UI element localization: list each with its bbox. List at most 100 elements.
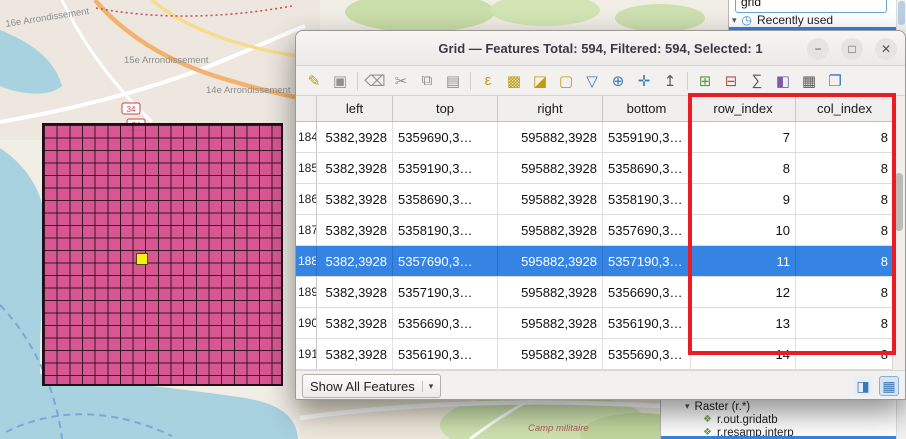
table-row[interactable]: 187 5382,3928 5358190,3… 595882,3928 535…: [296, 215, 905, 246]
cell-col-index[interactable]: 8: [796, 215, 894, 245]
form-view-icon[interactable]: ◨: [853, 376, 873, 396]
delete-field-icon[interactable]: ⊟: [719, 69, 743, 93]
table-row-selected[interactable]: 188 5382,3928 5357690,3… 595882,3928 535…: [296, 246, 905, 277]
row-number[interactable]: 187: [296, 215, 317, 245]
close-button[interactable]: ✕: [875, 38, 897, 60]
cell-bottom[interactable]: 5355690,3…: [603, 339, 691, 369]
column-header-top[interactable]: top: [393, 96, 498, 121]
cell-bottom[interactable]: 5358690,3…: [603, 153, 691, 183]
cell-bottom[interactable]: 5358190,3…: [603, 184, 691, 214]
toolbox-search-input[interactable]: [735, 0, 887, 13]
cell-top[interactable]: 5358190,3…: [393, 215, 498, 245]
field-calculator-icon[interactable]: ∑: [745, 69, 769, 93]
cell-left[interactable]: 5382,3928: [317, 184, 393, 214]
toolbox-scrollbar[interactable]: [896, 0, 906, 30]
cell-top[interactable]: 5357190,3…: [393, 277, 498, 307]
delete-selected-icon[interactable]: ⌫: [363, 69, 387, 93]
invert-selection-icon[interactable]: ◪: [528, 69, 552, 93]
conditional-formatting-icon[interactable]: ◧: [771, 69, 795, 93]
table-row[interactable]: 189 5382,3928 5357190,3… 595882,3928 535…: [296, 277, 905, 308]
column-header-col-index[interactable]: col_index: [796, 96, 894, 121]
cell-left[interactable]: 5382,3928: [317, 122, 393, 152]
cell-bottom[interactable]: 5356690,3…: [603, 277, 691, 307]
algorithm-item[interactable]: ❖ r.out.gridatb: [661, 413, 906, 426]
cell-col-index[interactable]: 8: [796, 339, 894, 369]
scrollbar-thumb[interactable]: [898, 1, 905, 25]
table-scrollbar[interactable]: [892, 96, 905, 370]
cell-row-index[interactable]: 13: [691, 308, 796, 338]
row-number[interactable]: 190: [296, 308, 317, 338]
cell-right[interactable]: 595882,3928: [498, 308, 603, 338]
column-header-row-index[interactable]: row_index: [691, 96, 796, 121]
cell-right[interactable]: 595882,3928: [498, 184, 603, 214]
cell-right[interactable]: 595882,3928: [498, 153, 603, 183]
cell-col-index[interactable]: 8: [796, 277, 894, 307]
move-selection-top-icon[interactable]: ↥: [658, 69, 682, 93]
save-edits-icon[interactable]: ▣: [328, 69, 352, 93]
cell-left[interactable]: 5382,3928: [317, 246, 393, 276]
dock-table-icon[interactable]: ❐: [823, 69, 847, 93]
cell-left[interactable]: 5382,3928: [317, 308, 393, 338]
new-field-icon[interactable]: ⊞: [693, 69, 717, 93]
table-view-icon[interactable]: ▦: [879, 376, 899, 396]
cell-right[interactable]: 595882,3928: [498, 246, 603, 276]
row-number[interactable]: 189: [296, 277, 317, 307]
cell-row-index[interactable]: 9: [691, 184, 796, 214]
scrollbar-thumb[interactable]: [895, 173, 903, 231]
table-row[interactable]: 190 5382,3928 5356690,3… 595882,3928 535…: [296, 308, 905, 339]
cell-top[interactable]: 5359690,3…: [393, 122, 498, 152]
feature-filter-button[interactable]: Show All Features ▾: [302, 374, 441, 398]
chevron-down-icon[interactable]: ▾: [685, 401, 690, 412]
row-number-header[interactable]: [296, 96, 317, 121]
chevron-down-icon[interactable]: ▾: [732, 15, 737, 26]
organize-columns-icon[interactable]: ▦: [797, 69, 821, 93]
cell-left[interactable]: 5382,3928: [317, 277, 393, 307]
row-number[interactable]: 186: [296, 184, 317, 214]
column-header-bottom[interactable]: bottom: [603, 96, 691, 121]
cell-bottom[interactable]: 5357190,3…: [603, 246, 691, 276]
cell-col-index[interactable]: 8: [796, 308, 894, 338]
select-all-icon[interactable]: ▩: [502, 69, 526, 93]
recently-used-group[interactable]: ▾ ◷ Recently used: [732, 13, 833, 27]
cell-top[interactable]: 5358690,3…: [393, 184, 498, 214]
cell-top[interactable]: 5356690,3…: [393, 308, 498, 338]
cell-left[interactable]: 5382,3928: [317, 339, 393, 369]
cell-bottom[interactable]: 5356190,3…: [603, 308, 691, 338]
cell-top[interactable]: 5357690,3…: [393, 246, 498, 276]
column-header-right[interactable]: right: [498, 96, 603, 121]
raster-group-item[interactable]: ▾ Raster (r.*): [661, 400, 906, 413]
cell-row-index[interactable]: 11: [691, 246, 796, 276]
copy-icon[interactable]: ⧉: [415, 69, 439, 93]
cell-left[interactable]: 5382,3928: [317, 215, 393, 245]
column-header-left[interactable]: left: [317, 96, 393, 121]
minimize-button[interactable]: −: [807, 38, 829, 60]
cell-col-index[interactable]: 8: [796, 122, 894, 152]
row-number[interactable]: 188: [296, 246, 317, 276]
cell-row-index[interactable]: 8: [691, 153, 796, 183]
deselect-all-icon[interactable]: ▢: [554, 69, 578, 93]
table-row[interactable]: 191 5382,3928 5356190,3… 595882,3928 535…: [296, 339, 905, 370]
cell-row-index[interactable]: 12: [691, 277, 796, 307]
row-number[interactable]: 191: [296, 339, 317, 369]
toggle-editing-icon[interactable]: ✎: [302, 69, 326, 93]
cell-bottom[interactable]: 5359190,3…: [603, 122, 691, 152]
cell-right[interactable]: 595882,3928: [498, 215, 603, 245]
table-row[interactable]: 184 5382,3928 5359690,3… 595882,3928 535…: [296, 122, 905, 153]
toolbox-scrollbar[interactable]: [896, 400, 906, 439]
paste-icon[interactable]: ▤: [441, 69, 465, 93]
filter-icon[interactable]: ▽: [580, 69, 604, 93]
cell-row-index[interactable]: 7: [691, 122, 796, 152]
cell-row-index[interactable]: 14: [691, 339, 796, 369]
cell-bottom[interactable]: 5357690,3…: [603, 215, 691, 245]
vector-grid-layer[interactable]: [42, 123, 283, 386]
cut-icon[interactable]: ✂: [389, 69, 413, 93]
select-by-expression-icon[interactable]: ε: [476, 69, 500, 93]
cell-top[interactable]: 5359190,3…: [393, 153, 498, 183]
pan-to-selection-icon[interactable]: ✛: [632, 69, 656, 93]
cell-right[interactable]: 595882,3928: [498, 339, 603, 369]
row-number[interactable]: 185: [296, 153, 317, 183]
table-row[interactable]: 185 5382,3928 5359190,3… 595882,3928 535…: [296, 153, 905, 184]
titlebar[interactable]: Grid — Features Total: 594, Filtered: 59…: [296, 31, 905, 66]
maximize-button[interactable]: □: [841, 38, 863, 60]
cell-right[interactable]: 595882,3928: [498, 277, 603, 307]
